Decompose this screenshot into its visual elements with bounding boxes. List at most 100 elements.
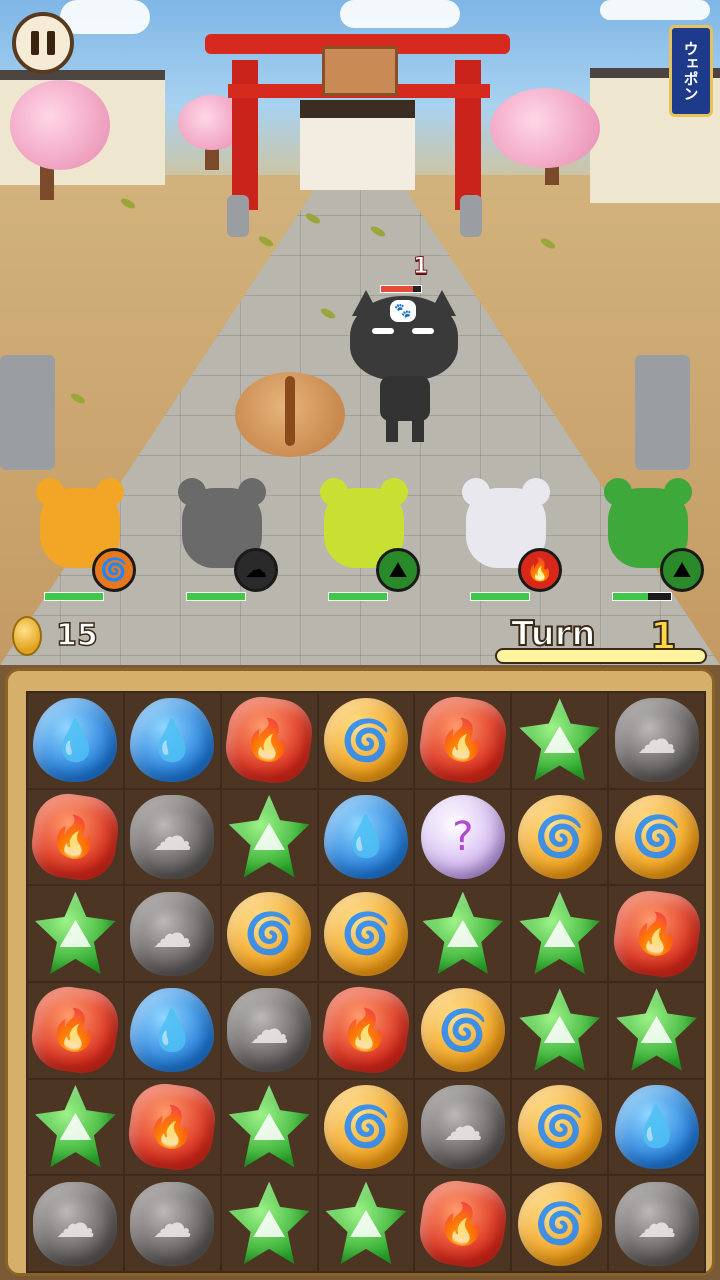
cloud-gem[interactable]: ☁ <box>33 1181 118 1266</box>
water-gem[interactable]: 💧 <box>33 698 118 783</box>
fire-gem[interactable]: 🔥 <box>124 1079 220 1175</box>
cloud-gem[interactable]: ☁ <box>130 891 215 976</box>
fire-gem[interactable]: 🔥 <box>415 1176 511 1272</box>
pause-icon <box>31 31 39 55</box>
board-cell[interactable]: 🌀 <box>221 886 317 981</box>
turn-number: 1 <box>649 613 677 659</box>
earth-gem[interactable]: ⛰ <box>519 891 601 974</box>
wind-gem[interactable]: 🌀 <box>227 891 312 976</box>
wind-gem[interactable]: 🌀 <box>323 1084 408 1169</box>
cloud-gem[interactable]: ☁ <box>227 988 312 1073</box>
fire-gem[interactable]: 🔥 <box>27 789 123 885</box>
board-cell[interactable]: 🔥 <box>124 1079 220 1175</box>
board-cell[interactable]: 🌀 <box>512 1176 608 1271</box>
ally-hp-bar <box>612 592 672 601</box>
earth-gem[interactable]: ⛰ <box>35 891 116 974</box>
board-cell[interactable]: 🔥 <box>27 982 123 1078</box>
board-cell[interactable]: ☁ <box>124 789 220 885</box>
cloud-gem[interactable]: ☁ <box>130 1181 215 1266</box>
board-cell[interactable]: 🌀 <box>318 886 414 981</box>
earth-gem[interactable]: ⛰ <box>519 698 601 781</box>
lantern <box>0 355 55 470</box>
earth-gem[interactable]: ⛰ <box>228 1084 310 1168</box>
fire-element-icon: 🔥 <box>518 548 562 592</box>
board-cell[interactable]: ☁ <box>415 1079 511 1175</box>
board-cell[interactable]: 🌀 <box>512 1079 608 1175</box>
board-cell[interactable]: ⛰ <box>512 886 608 981</box>
wind-gem[interactable]: 🌀 <box>517 1084 602 1169</box>
earth-gem[interactable]: ⛰ <box>325 1181 407 1264</box>
board-cell[interactable]: 💧 <box>124 693 220 788</box>
ally-bear[interactable]: 🌀 <box>22 478 136 601</box>
board-cell[interactable]: 🌀 <box>415 982 511 1078</box>
board-cell[interactable]: 🔥 <box>415 1176 511 1272</box>
cloud-gem[interactable]: ☁ <box>420 1084 505 1169</box>
board-cell[interactable]: 🔥 <box>415 692 511 788</box>
wind-gem[interactable]: 🌀 <box>517 794 602 879</box>
board-cell[interactable]: ⛰ <box>512 693 608 788</box>
board-cell[interactable]: ⛰ <box>512 982 608 1078</box>
earth-gem[interactable]: ⛰ <box>616 988 697 1071</box>
board-cell[interactable]: ☁ <box>221 982 317 1078</box>
cloud-gem[interactable]: ☁ <box>614 698 699 783</box>
board-cell[interactable]: 🔥 <box>609 886 704 982</box>
pause-button[interactable] <box>12 12 74 74</box>
enemy-egg[interactable] <box>235 372 345 457</box>
ally-ninja-mouse[interactable]: 🔥 <box>448 478 562 601</box>
earth-gem[interactable]: ⛰ <box>422 891 504 974</box>
ally-frog-warrior[interactable]: ⛰ <box>306 478 420 601</box>
board-cell[interactable]: ⛰ <box>221 789 317 885</box>
board-cell[interactable]: ⛰ <box>609 982 704 1078</box>
board-cell[interactable]: 💧 <box>609 1079 704 1175</box>
water-gem[interactable]: 💧 <box>130 698 215 783</box>
board-cell[interactable]: ☁ <box>609 1176 704 1271</box>
earth-gem[interactable]: ⛰ <box>519 988 601 1071</box>
board-cell[interactable]: ? <box>415 789 511 885</box>
board-cell[interactable]: 🌀 <box>318 693 414 788</box>
earth-gem[interactable]: ⛰ <box>228 1181 310 1264</box>
board-cell[interactable]: 🔥 <box>318 982 414 1078</box>
mystery-gem[interactable]: ? <box>420 794 505 879</box>
wind-gem[interactable]: 🌀 <box>323 698 408 783</box>
cloud-gem[interactable]: ☁ <box>130 794 215 879</box>
fire-gem[interactable]: 🔥 <box>318 982 414 1078</box>
water-gem[interactable]: 💧 <box>130 988 215 1073</box>
board-cell[interactable]: 🔥 <box>27 789 123 885</box>
earth-gem[interactable]: ⛰ <box>228 794 310 878</box>
enemy-black-cat[interactable]: 🐾 <box>350 290 460 445</box>
board-cell[interactable]: 🔥 <box>221 692 317 788</box>
board-cell[interactable]: ⛰ <box>28 1079 123 1175</box>
board-cell[interactable]: ⛰ <box>318 1176 414 1271</box>
board-cell[interactable]: 💧 <box>318 789 414 885</box>
fire-gem[interactable]: 🔥 <box>609 886 704 982</box>
wind-gem[interactable]: 🌀 <box>614 794 699 879</box>
ally-kappa[interactable]: ⛰ <box>590 478 704 601</box>
ally-hp-bar <box>186 592 246 601</box>
board-cell[interactable]: ⛰ <box>28 886 123 981</box>
water-gem[interactable]: 💧 <box>614 1084 699 1169</box>
wind-gem[interactable]: 🌀 <box>323 891 408 976</box>
fire-gem[interactable]: 🔥 <box>415 692 511 788</box>
board-cell[interactable]: 🌀 <box>609 789 704 885</box>
board-cell[interactable]: 💧 <box>28 693 123 788</box>
board-cell[interactable]: ☁ <box>609 693 704 788</box>
board-cell[interactable]: ⛰ <box>221 1176 317 1271</box>
board-cell[interactable]: ⛰ <box>415 886 511 981</box>
board-cell[interactable]: 🌀 <box>318 1079 414 1175</box>
fire-gem[interactable]: 🔥 <box>27 982 123 1078</box>
weapon-button[interactable]: ウェポン <box>669 25 713 117</box>
cherry-tree-right <box>490 88 600 168</box>
board-cell[interactable]: ☁ <box>124 886 220 981</box>
wind-gem[interactable]: 🌀 <box>420 988 505 1073</box>
wind-gem[interactable]: 🌀 <box>517 1181 602 1266</box>
board-cell[interactable]: ☁ <box>124 1176 220 1271</box>
board-cell[interactable]: 💧 <box>124 982 220 1078</box>
ally-koala[interactable]: ☁ <box>164 478 278 601</box>
board-cell[interactable]: ⛰ <box>221 1079 317 1175</box>
board-cell[interactable]: ☁ <box>28 1176 123 1271</box>
fire-gem[interactable]: 🔥 <box>221 692 317 788</box>
board-cell[interactable]: 🌀 <box>512 789 608 885</box>
cloud-gem[interactable]: ☁ <box>614 1181 699 1266</box>
earth-gem[interactable]: ⛰ <box>35 1084 116 1168</box>
water-gem[interactable]: 💧 <box>323 794 408 879</box>
